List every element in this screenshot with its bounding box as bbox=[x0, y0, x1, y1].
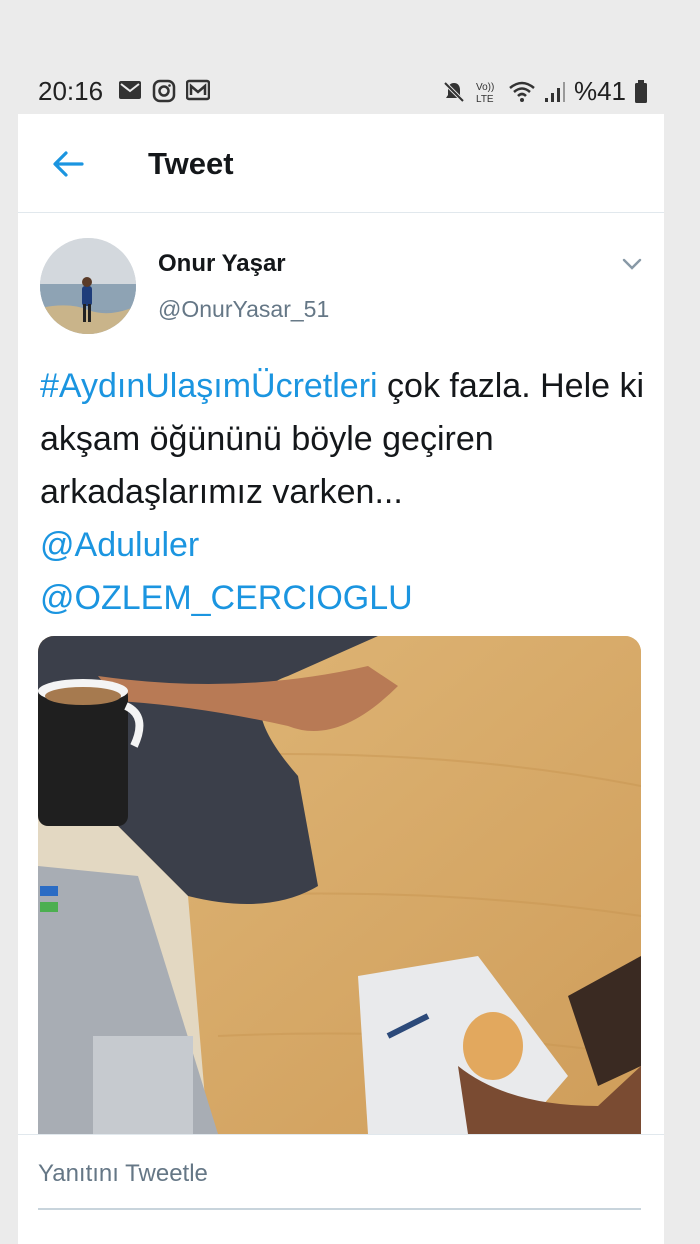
top-app-bar: Tweet bbox=[18, 114, 664, 213]
system-status-icons: Vo)) LTE %41 bbox=[442, 76, 648, 107]
wifi-icon bbox=[509, 81, 535, 102]
tweet-text: #AydınUlaşımÜcretleri çok fazla. Hele ki… bbox=[40, 360, 650, 625]
reply-input[interactable]: Yanıtını Tweetle bbox=[38, 1160, 641, 1206]
avatar-photo bbox=[40, 238, 136, 334]
tweet-photo-image bbox=[38, 636, 641, 1134]
mention-link-ozlem[interactable]: @OZLEM_CERCIOGLU bbox=[40, 579, 413, 617]
svg-text:LTE: LTE bbox=[476, 94, 494, 105]
notification-icons bbox=[118, 79, 210, 103]
tweet-detail-card: Tweet Onur Yaşar @OnurYasar_51 #AydınUla… bbox=[18, 114, 664, 1244]
svg-text:Vo)): Vo)) bbox=[476, 82, 494, 93]
back-arrow-icon[interactable] bbox=[48, 144, 88, 184]
tweet-photo[interactable] bbox=[38, 636, 641, 1134]
mention-link-adululer[interactable]: @Adululer bbox=[40, 526, 199, 564]
signal-icon bbox=[544, 81, 565, 102]
status-time: 20:16 bbox=[38, 76, 104, 106]
reply-underline bbox=[38, 1208, 641, 1210]
mail-icon bbox=[119, 81, 141, 99]
gmail-icon bbox=[186, 79, 210, 101]
chevron-down-icon[interactable] bbox=[620, 254, 644, 274]
page-title: Tweet bbox=[148, 146, 234, 181]
mute-icon bbox=[443, 81, 465, 102]
reply-placeholder: Yanıtını Tweetle bbox=[38, 1160, 208, 1187]
volte-icon: Vo))LTE bbox=[476, 82, 494, 105]
avatar[interactable] bbox=[40, 238, 136, 334]
hashtag-link[interactable]: #AydınUlaşımÜcretleri bbox=[40, 367, 378, 405]
divider bbox=[18, 1134, 664, 1135]
status-bar: 20:16 Vo)) LTE %41 bbox=[0, 60, 700, 120]
author-name[interactable]: Onur Yaşar bbox=[158, 250, 286, 278]
instagram-icon bbox=[152, 79, 176, 103]
battery-icon bbox=[635, 79, 647, 103]
author-handle[interactable]: @OnurYasar_51 bbox=[158, 296, 329, 323]
battery-percent: %41 bbox=[573, 76, 626, 106]
